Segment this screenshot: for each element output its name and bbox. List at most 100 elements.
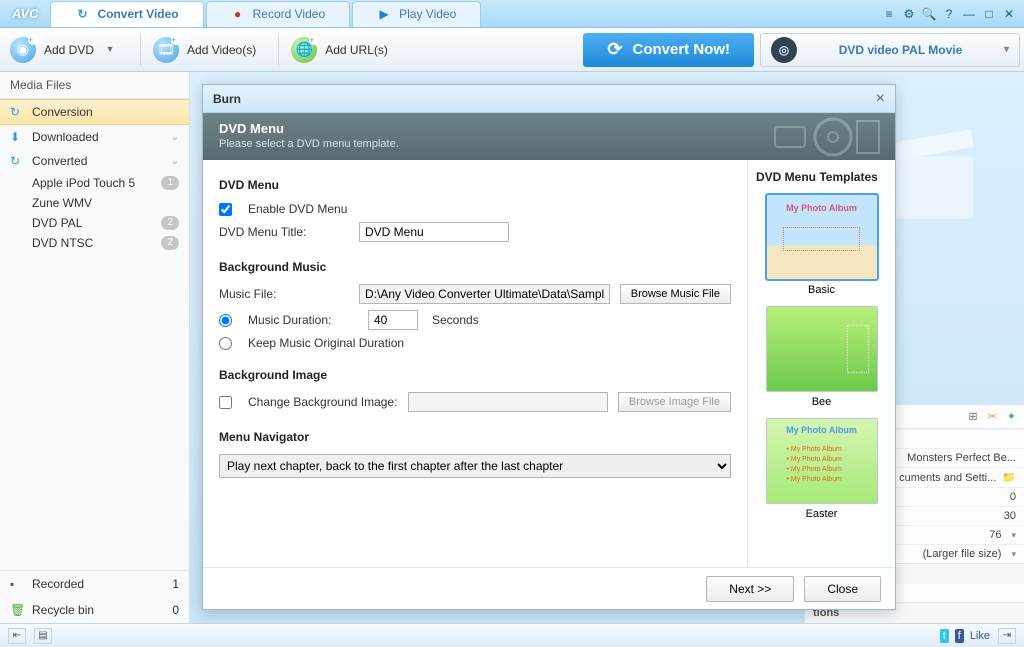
- music-duration-input[interactable]: [368, 310, 418, 330]
- templates-list[interactable]: Basic Bee Easter: [748, 190, 895, 567]
- sidebar-title: Media Files: [0, 72, 189, 99]
- row-enable-dvd-menu: Enable DVD Menu: [219, 202, 731, 216]
- separator: [278, 34, 279, 66]
- dialog-titlebar[interactable]: Burn ×: [203, 85, 895, 113]
- add-videos-button[interactable]: 🎞+ Add Video(s): [147, 33, 272, 67]
- sidebar-item-recycle[interactable]: 🗑 Recycle bin 0: [0, 597, 189, 623]
- sidebar-item-label: Downloaded: [32, 130, 99, 144]
- like-button[interactable]: Like: [970, 630, 990, 642]
- next-button[interactable]: Next >>: [706, 576, 794, 602]
- close-icon[interactable]: ✕: [1000, 6, 1018, 22]
- sidebar-sub-ipod[interactable]: Apple iPod Touch 5 1: [0, 173, 189, 193]
- sidebar-item-label: Apple iPod Touch 5: [32, 176, 135, 190]
- help-icon[interactable]: ?: [940, 6, 958, 22]
- sidebar-item-label: DVD NTSC: [32, 236, 93, 250]
- btn-label: Add Video(s): [187, 43, 256, 57]
- template-thumb: [766, 306, 878, 392]
- burn-dialog: Burn × DVD Menu Please select a DVD menu…: [202, 84, 896, 610]
- templates-pane: DVD Menu Templates Basic Bee Easter: [747, 160, 895, 567]
- checkbox-label: Enable DVD Menu: [248, 202, 347, 216]
- count-badge: 2: [161, 216, 179, 230]
- sidebar-item-converted[interactable]: ↻ Converted ⌄: [0, 149, 189, 173]
- field-label: Music Duration:: [248, 313, 358, 327]
- menu-icon[interactable]: ≡: [880, 6, 898, 22]
- tab-convert-video[interactable]: ↻ Convert Video: [50, 1, 203, 27]
- sidebar-sub-dvdpal[interactable]: DVD PAL 2: [0, 213, 189, 233]
- gear-icon[interactable]: ⚙: [900, 6, 918, 22]
- panel-left-icon[interactable]: ⇤: [8, 628, 26, 644]
- sidebar-item-conversion[interactable]: ↻ Conversion: [0, 99, 189, 125]
- keep-original-radio[interactable]: [219, 337, 232, 350]
- window-controls: ≡ ⚙ 🔍 ? — □ ✕: [880, 6, 1024, 22]
- social-buttons: t f Like: [940, 629, 990, 643]
- dvd-menu-title-input[interactable]: [359, 222, 509, 242]
- record-icon: ●: [231, 7, 245, 21]
- btn-label: Add DVD: [44, 43, 94, 57]
- music-duration-radio[interactable]: [219, 314, 232, 327]
- chevron-down-icon[interactable]: ▾: [1004, 44, 1009, 55]
- tab-record-video[interactable]: ● Record Video: [206, 1, 351, 27]
- film-icon: 🎞+: [153, 37, 179, 63]
- section-menu-navigator: Menu Navigator: [219, 430, 731, 444]
- unit-label: Seconds: [432, 313, 479, 327]
- sidebar-item-label: Conversion: [32, 105, 93, 119]
- browse-music-button[interactable]: Browse Music File: [620, 284, 731, 304]
- add-urls-button[interactable]: 🌐+ Add URL(s): [285, 33, 404, 67]
- sidebar-item-recorded[interactable]: ▪ Recorded 1: [0, 571, 189, 597]
- app-logo: AVC: [0, 6, 50, 21]
- row-nav-select: Play next chapter, back to the first cha…: [219, 454, 731, 478]
- twitter-icon[interactable]: t: [940, 629, 949, 643]
- minimize-icon[interactable]: —: [960, 6, 978, 22]
- dialog-body: DVD Menu Enable DVD Menu DVD Menu Title:…: [203, 160, 895, 567]
- chevron-down-icon: ⌄: [171, 132, 179, 143]
- download-icon: ⬇: [10, 130, 24, 144]
- search-icon[interactable]: 🔍: [920, 6, 938, 22]
- panel-right-icon[interactable]: ⇥: [998, 628, 1016, 644]
- count-badge: 0: [172, 603, 179, 617]
- refresh-icon: ⟳: [607, 39, 622, 60]
- add-dvd-button[interactable]: ◉+ Add DVD ▾: [4, 33, 134, 67]
- template-label: Bee: [812, 396, 832, 408]
- chevron-down-icon[interactable]: ▾: [102, 44, 118, 55]
- section-dvd-menu: DVD Menu: [219, 178, 731, 192]
- row-music-duration: Music Duration: Seconds: [219, 310, 731, 330]
- dialog-header: DVD Menu Please select a DVD menu templa…: [203, 113, 895, 160]
- count-badge: 1: [172, 577, 179, 591]
- template-bee[interactable]: Bee: [754, 306, 889, 408]
- close-icon[interactable]: ×: [876, 90, 885, 108]
- field-label: Music File:: [219, 287, 349, 301]
- close-button[interactable]: Close: [804, 576, 881, 602]
- maximize-icon[interactable]: □: [980, 6, 998, 22]
- row-change-bg-image: Change Background Image: Browse Image Fi…: [219, 392, 731, 412]
- tab-play-video[interactable]: ▶ Play Video: [352, 1, 481, 27]
- sidebar-item-downloaded[interactable]: ⬇ Downloaded ⌄: [0, 125, 189, 149]
- convert-now-button[interactable]: ⟳ Convert Now!: [583, 33, 754, 67]
- btn-label: Convert Now!: [633, 41, 731, 58]
- change-bg-checkbox[interactable]: [219, 396, 232, 409]
- refresh-icon: ↻: [75, 7, 89, 21]
- bg-image-input: [408, 392, 608, 412]
- dialog-form: DVD Menu Enable DVD Menu DVD Menu Title:…: [203, 160, 747, 567]
- menu-navigator-select[interactable]: Play next chapter, back to the first cha…: [219, 454, 731, 478]
- sidebar: Media Files ↻ Conversion ⬇ Downloaded ⌄ …: [0, 72, 190, 623]
- record-icon: ▪: [10, 577, 24, 591]
- template-basic[interactable]: Basic: [754, 194, 889, 296]
- sidebar-item-label: Recycle bin: [32, 603, 94, 617]
- count-badge: 1: [161, 176, 179, 190]
- output-profile-button[interactable]: ◎ DVD video PAL Movie ▾: [760, 33, 1020, 67]
- chevron-down-icon: ⌄: [171, 156, 179, 167]
- template-easter[interactable]: Easter: [754, 418, 889, 520]
- separator: [140, 34, 141, 66]
- facebook-icon[interactable]: f: [955, 629, 964, 643]
- enable-dvd-menu-checkbox[interactable]: [219, 203, 232, 216]
- sidebar-sub-zune[interactable]: Zune WMV: [0, 193, 189, 213]
- play-icon: ▶: [377, 7, 391, 21]
- sidebar-sub-dvdntsc[interactable]: DVD NTSC 2: [0, 233, 189, 253]
- field-label: DVD Menu Title:: [219, 225, 349, 239]
- section-background-music: Background Music: [219, 260, 731, 274]
- music-file-input[interactable]: [359, 284, 610, 304]
- tab-label: Record Video: [253, 7, 326, 21]
- panel-bottom-icon[interactable]: ▤: [34, 628, 52, 644]
- radio-label: Keep Music Original Duration: [248, 336, 404, 350]
- count-badge: 2: [161, 236, 179, 250]
